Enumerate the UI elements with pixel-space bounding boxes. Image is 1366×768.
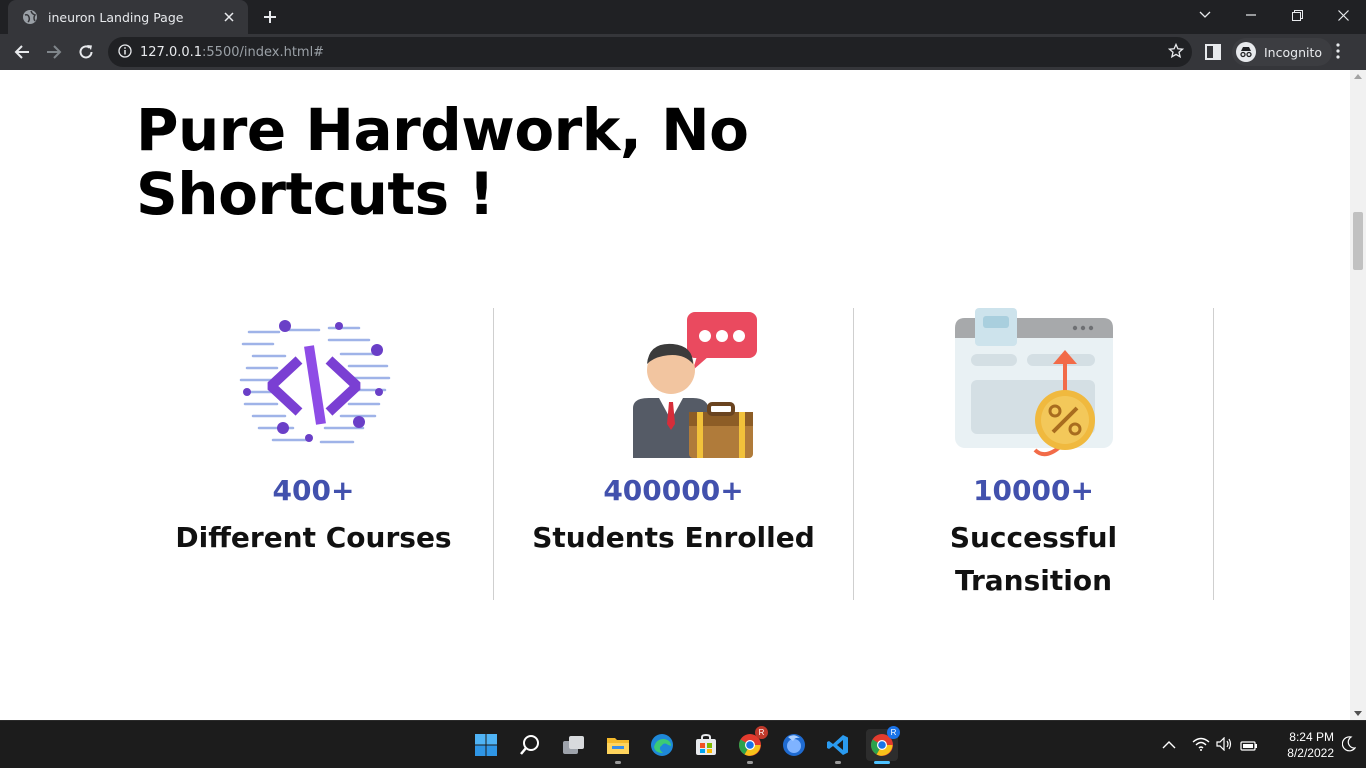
scrollbar-thumb[interactable] (1353, 212, 1363, 270)
stat-label: Successful Transition (949, 521, 1118, 597)
close-window-button[interactable] (1320, 0, 1366, 30)
running-indicator (747, 761, 753, 764)
profile-badge: R (755, 726, 768, 739)
incognito-icon (1236, 42, 1256, 62)
forward-button[interactable] (40, 38, 68, 66)
chevron-up-icon[interactable] (1162, 735, 1176, 754)
browser-menu-icon[interactable] (1336, 42, 1340, 64)
tab-title: ineuron Landing Page (48, 9, 184, 25)
new-tab-button[interactable] (258, 6, 282, 28)
url-host: 127.0.0.1 (140, 44, 203, 60)
student-icon (589, 308, 759, 464)
stat-label: Different Courses (175, 521, 452, 554)
volume-icon[interactable] (1216, 736, 1234, 755)
url-path: :5500/index.html# (202, 44, 325, 60)
stat-number: 10000+ (973, 474, 1094, 507)
page-title: Pure Hardwork, No Shortcuts ! (136, 96, 749, 228)
url-text: 127.0.0.1:5500/index.html# (140, 45, 324, 60)
growth-icon (949, 308, 1119, 464)
stat-card-students: 400000+ Students Enrolled (494, 308, 854, 600)
restore-button[interactable] (1274, 0, 1320, 30)
bookmark-star-icon[interactable] (1167, 42, 1185, 63)
incognito-indicator[interactable]: Incognito (1232, 38, 1333, 66)
running-indicator (835, 761, 841, 764)
start-button[interactable] (470, 729, 502, 761)
stat-label: Students Enrolled (532, 521, 815, 554)
file-explorer-icon[interactable] (602, 729, 634, 764)
task-view-icon[interactable] (558, 729, 590, 761)
focus-assist-moon-icon[interactable] (1341, 736, 1357, 756)
stat-card-courses: 400+ Different Courses (134, 308, 494, 600)
system-clock[interactable]: 8:24 PM 8/2/2022 (1262, 729, 1334, 761)
microsoft-store-icon[interactable] (690, 729, 722, 761)
stats-section: 400+ Different Courses 400000+ Students … (134, 308, 1214, 600)
stat-number: 400000+ (603, 474, 744, 507)
wifi-icon[interactable] (1192, 736, 1210, 755)
search-icon[interactable] (514, 729, 546, 761)
clock-time: 8:24 PM (1289, 730, 1334, 744)
profile-badge: R (887, 726, 900, 739)
firefox-icon[interactable] (778, 729, 810, 761)
chrome-incognito-icon[interactable]: R (866, 726, 900, 764)
side-panel-icon[interactable] (1204, 43, 1222, 65)
scroll-up-arrow-icon[interactable] (1354, 74, 1362, 79)
address-bar[interactable]: 127.0.0.1:5500/index.html# (108, 37, 1192, 67)
active-indicator (874, 761, 890, 764)
edge-icon[interactable] (646, 729, 678, 761)
browser-tab-strip: ineuron Landing Page (0, 0, 1366, 34)
globe-icon (22, 9, 38, 25)
stat-card-transition: 10000+ Successful Transition (854, 308, 1214, 600)
browser-toolbar: 127.0.0.1:5500/index.html# Incognito (0, 34, 1366, 70)
close-tab-icon[interactable] (220, 8, 238, 26)
battery-icon[interactable] (1240, 737, 1258, 756)
browser-tab[interactable]: ineuron Landing Page (8, 0, 248, 34)
vertical-scrollbar[interactable] (1350, 70, 1366, 720)
stat-number: 400+ (272, 474, 355, 507)
page-viewport: Pure Hardwork, No Shortcuts ! 400+ Diffe… (0, 70, 1366, 720)
tab-search-chevron-icon[interactable] (1182, 0, 1228, 30)
info-icon[interactable] (118, 43, 132, 62)
scroll-down-arrow-icon[interactable] (1354, 711, 1362, 716)
vs-code-icon[interactable] (822, 729, 854, 764)
clock-date: 8/2/2022 (1287, 746, 1334, 760)
back-button[interactable] (8, 38, 36, 66)
incognito-label: Incognito (1264, 44, 1323, 60)
reload-button[interactable] (72, 38, 100, 66)
code-icon (229, 308, 399, 464)
windows-taskbar: R R 8:24 PM 8/2/2022 (0, 720, 1366, 768)
chrome-icon[interactable]: R (734, 726, 768, 764)
running-indicator (615, 761, 621, 764)
minimize-button[interactable] (1228, 0, 1274, 30)
